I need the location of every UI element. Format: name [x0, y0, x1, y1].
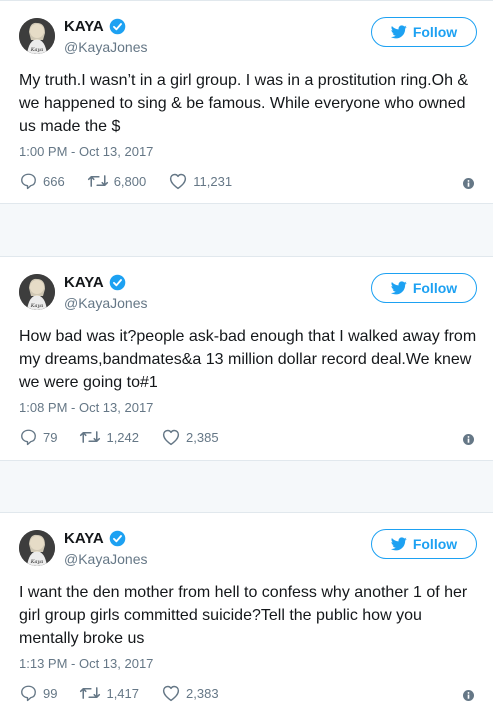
tweet-actions: 666 6,800 11,231	[19, 172, 254, 190]
svg-text:Kaya: Kaya	[30, 47, 44, 53]
tweet-actions: 99 1,417 2,383	[19, 684, 241, 702]
follow-label: Follow	[412, 280, 458, 296]
tweet-text: How bad was it?people ask-bad enough tha…	[19, 328, 477, 391]
like-button[interactable]: 2,383	[161, 684, 219, 702]
like-heart-icon	[170, 173, 187, 190]
like-button[interactable]: 11,231	[168, 172, 232, 190]
like-heart-icon	[162, 685, 180, 702]
retweet-icon	[80, 687, 101, 699]
info-icon[interactable]	[463, 178, 474, 189]
tweet-text: I want the den mother from hell to confe…	[19, 584, 468, 647]
svg-text:Kaya: Kaya	[30, 303, 44, 309]
avatar[interactable]: Kaya	[19, 274, 55, 310]
reply-button[interactable]: 99	[19, 684, 57, 702]
twitter-bird-icon	[390, 281, 407, 295]
info-icon[interactable]	[463, 434, 474, 445]
avatar[interactable]: Kaya	[19, 530, 55, 566]
reply-icon	[21, 685, 36, 702]
like-count: 11,231	[193, 173, 233, 189]
retweet-icon	[87, 175, 108, 187]
retweet-button[interactable]: 6,800	[87, 172, 147, 190]
tweet-card[interactable]: Kaya KAYA @KayaJones Follow How bad was …	[0, 256, 493, 461]
reply-icon	[21, 429, 36, 446]
display-name[interactable]: KAYA	[64, 274, 104, 291]
tweet-feed: Kaya KAYA @KayaJones Follow My truth.I w…	[0, 0, 493, 716]
user-handle[interactable]: @KayaJones	[64, 551, 147, 567]
tweet-separator	[0, 204, 493, 256]
tweet-timestamp[interactable]: 1:08 PM - Oct 13, 2017	[19, 400, 153, 415]
retweet-button[interactable]: 1,417	[79, 684, 139, 702]
like-count: 2,385	[186, 429, 219, 445]
user-handle[interactable]: @KayaJones	[64, 39, 147, 55]
retweet-count: 1,417	[106, 685, 140, 701]
twitter-bird-icon	[390, 25, 407, 39]
follow-label: Follow	[412, 536, 458, 552]
tweet-text: My truth.I wasn’t in a girl group. I was…	[19, 72, 469, 135]
follow-label: Follow	[412, 24, 458, 40]
reply-icon	[21, 173, 36, 190]
author-name-row: KAYA	[64, 530, 126, 547]
tweet-timestamp[interactable]: 1:13 PM - Oct 13, 2017	[19, 656, 153, 671]
verified-badge-icon	[109, 18, 126, 35]
like-count: 2,383	[186, 685, 219, 701]
info-icon[interactable]	[463, 690, 474, 701]
avatar[interactable]: Kaya	[19, 18, 55, 54]
retweet-button[interactable]: 1,242	[79, 428, 139, 446]
follow-button[interactable]: Follow	[371, 273, 477, 303]
tweet-card[interactable]: Kaya KAYA @KayaJones Follow My truth.I w…	[0, 0, 493, 204]
retweet-count: 6,800	[113, 173, 147, 189]
tweet-card[interactable]: Kaya KAYA @KayaJones Follow I want the d…	[0, 512, 493, 716]
author-name-row: KAYA	[64, 274, 126, 291]
follow-button[interactable]: Follow	[371, 17, 477, 47]
reply-count: 99	[43, 685, 58, 701]
reply-count: 79	[43, 429, 58, 445]
like-heart-icon	[162, 429, 180, 446]
reply-button[interactable]: 79	[19, 428, 57, 446]
verified-badge-icon	[109, 530, 126, 547]
retweet-icon	[80, 431, 101, 443]
display-name[interactable]: KAYA	[64, 530, 104, 547]
user-handle[interactable]: @KayaJones	[64, 295, 147, 311]
display-name[interactable]: KAYA	[64, 18, 104, 35]
tweet-timestamp[interactable]: 1:00 PM - Oct 13, 2017	[19, 144, 153, 159]
reply-button[interactable]: 666	[19, 172, 65, 190]
twitter-bird-icon	[390, 537, 407, 551]
follow-button[interactable]: Follow	[371, 529, 477, 559]
svg-text:Kaya: Kaya	[30, 559, 44, 565]
like-button[interactable]: 2,385	[161, 428, 219, 446]
verified-badge-icon	[109, 274, 126, 291]
author-name-row: KAYA	[64, 18, 126, 35]
reply-count: 666	[43, 173, 65, 189]
retweet-count: 1,242	[106, 429, 140, 445]
tweet-actions: 79 1,242 2,385	[19, 428, 241, 446]
tweet-separator	[0, 461, 493, 512]
